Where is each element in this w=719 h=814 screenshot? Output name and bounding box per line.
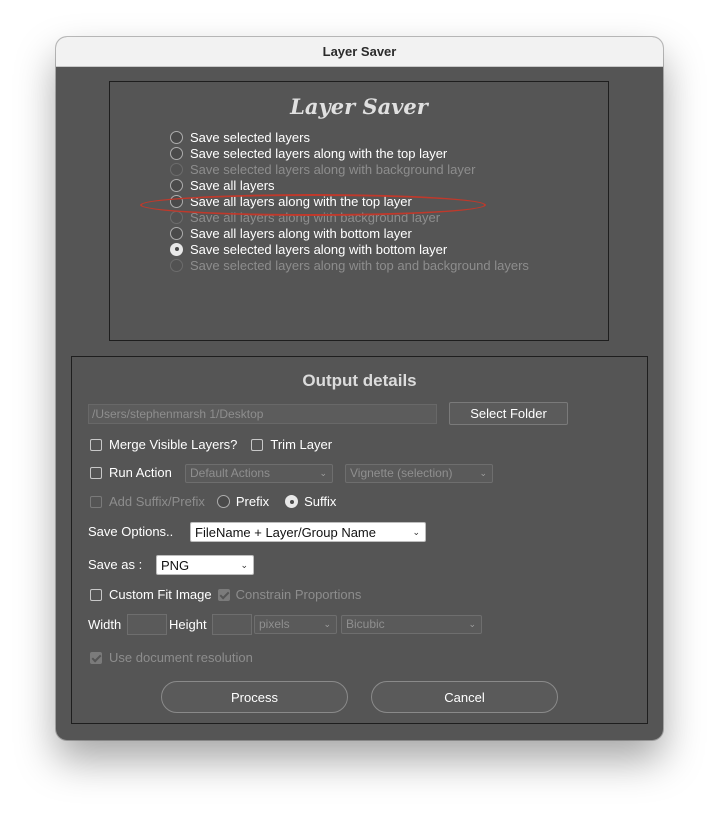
radio-save-selected-background: Save selected layers along with backgrou… [170, 161, 529, 177]
run-action-row: Run Action [90, 465, 172, 480]
chevron-down-icon: ⌄ [319, 468, 327, 478]
radio-label: Save all layers [190, 177, 275, 193]
save-mode-radio-group: Save selected layers Save selected layer… [170, 129, 529, 273]
radio-button [170, 258, 183, 272]
trim-layer-checkbox[interactable] [251, 438, 264, 451]
save-as-dropdown[interactable]: PNG ⌄ [156, 555, 254, 575]
suffix-radio[interactable] [285, 495, 299, 508]
radio-save-selected[interactable]: Save selected layers [170, 129, 529, 145]
radio-save-all[interactable]: Save all layers [170, 177, 529, 193]
radio-label: Save selected layers [190, 129, 310, 145]
radio-label: Save selected layers along with top and … [190, 257, 529, 273]
process-button[interactable]: Process [161, 681, 348, 713]
radio-button[interactable] [170, 178, 183, 192]
custom-fit-row: Custom Fit Image Constrain Proportions [90, 587, 361, 602]
chevron-down-icon: ⌄ [323, 619, 331, 629]
radio-button-selected[interactable] [170, 242, 183, 256]
prefix-label: Prefix [235, 494, 270, 509]
radio-button[interactable] [170, 146, 183, 160]
radio-button[interactable] [170, 130, 183, 144]
radio-label: Save selected layers along with the top … [190, 145, 448, 161]
save-as-value: PNG [161, 557, 190, 573]
radio-save-all-background: Save all layers along with background la… [170, 209, 529, 225]
radio-button[interactable] [170, 194, 183, 208]
resample-value: Bicubic [346, 617, 385, 631]
chevron-down-icon: ⌄ [412, 526, 420, 537]
radio-save-all-bottom[interactable]: Save all layers along with bottom layer [170, 225, 529, 241]
radio-label: Save all layers along with bottom layer [190, 225, 412, 241]
resample-dropdown[interactable]: Bicubic ⌄ [341, 615, 482, 634]
layer-saver-window: Layer Saver Layer Saver Save selected la… [56, 37, 663, 740]
prefix-radio[interactable] [216, 495, 230, 508]
constrain-checkbox [217, 588, 230, 601]
trim-layer-label: Trim Layer [270, 437, 333, 452]
width-label: Width [88, 617, 122, 632]
merge-visible-row: Merge Visible Layers? Trim Layer [90, 437, 332, 452]
output-details-panel: Output details /Users/stephenmarsh 1/Des… [71, 356, 648, 724]
radio-save-selected-bottom[interactable]: Save selected layers along with bottom l… [170, 241, 529, 257]
radio-button[interactable] [170, 226, 183, 240]
radio-label: Save all layers along with background la… [190, 209, 441, 225]
folder-path-field[interactable]: /Users/stephenmarsh 1/Desktop [88, 404, 437, 424]
window-title: Layer Saver [56, 37, 663, 67]
radio-save-selected-top-background: Save selected layers along with top and … [170, 257, 529, 273]
radio-label: Save selected layers along with bottom l… [190, 241, 448, 257]
constrain-label: Constrain Proportions [235, 587, 362, 602]
action-dropdown[interactable]: Vignette (selection) ⌄ [345, 464, 493, 483]
chevron-down-icon: ⌄ [479, 468, 487, 478]
height-label: Height [169, 617, 207, 632]
suffix-prefix-row: Add Suffix/Prefix Prefix Suffix [90, 494, 336, 509]
run-action-label: Run Action [109, 465, 172, 480]
add-suffix-label: Add Suffix/Prefix [109, 494, 205, 509]
action-value: Vignette (selection) [350, 466, 453, 480]
radio-save-selected-top[interactable]: Save selected layers along with the top … [170, 145, 529, 161]
width-input[interactable] [127, 614, 167, 635]
radio-label: Save selected layers along with backgrou… [190, 161, 476, 177]
save-options-label: Save Options.. [88, 524, 174, 539]
save-mode-panel: Layer Saver Save selected layers Save se… [109, 81, 609, 341]
merge-visible-checkbox[interactable] [90, 438, 102, 451]
custom-fit-label: Custom Fit Image [109, 587, 212, 602]
chevron-down-icon: ⌄ [240, 559, 248, 570]
action-set-dropdown[interactable]: Default Actions ⌄ [185, 464, 333, 483]
radio-label: Save all layers along with the top layer [190, 193, 412, 209]
run-action-checkbox[interactable] [90, 466, 102, 479]
radio-button [170, 210, 183, 224]
height-input[interactable] [212, 614, 252, 635]
panel-title: Layer Saver [290, 94, 428, 119]
custom-fit-checkbox[interactable] [90, 588, 102, 601]
units-value: pixels [259, 617, 290, 631]
cancel-button[interactable]: Cancel [371, 681, 558, 713]
chevron-down-icon: ⌄ [468, 619, 476, 629]
radio-save-all-top[interactable]: Save all layers along with the top layer [170, 193, 529, 209]
select-folder-button[interactable]: Select Folder [449, 402, 568, 425]
save-as-label: Save as : [88, 557, 143, 572]
save-options-dropdown[interactable]: FileName + Layer/Group Name ⌄ [190, 522, 426, 542]
use-doc-res-label: Use document resolution [109, 650, 253, 665]
output-details-title: Output details [302, 371, 417, 390]
suffix-label: Suffix [304, 494, 337, 509]
radio-button [170, 162, 183, 176]
save-options-value: FileName + Layer/Group Name [195, 524, 376, 540]
merge-visible-label: Merge Visible Layers? [109, 437, 238, 452]
use-doc-res-row: Use document resolution [90, 650, 253, 665]
use-doc-res-checkbox [90, 651, 102, 664]
units-dropdown[interactable]: pixels ⌄ [254, 615, 337, 634]
action-set-value: Default Actions [190, 466, 271, 480]
add-suffix-checkbox [90, 495, 102, 508]
